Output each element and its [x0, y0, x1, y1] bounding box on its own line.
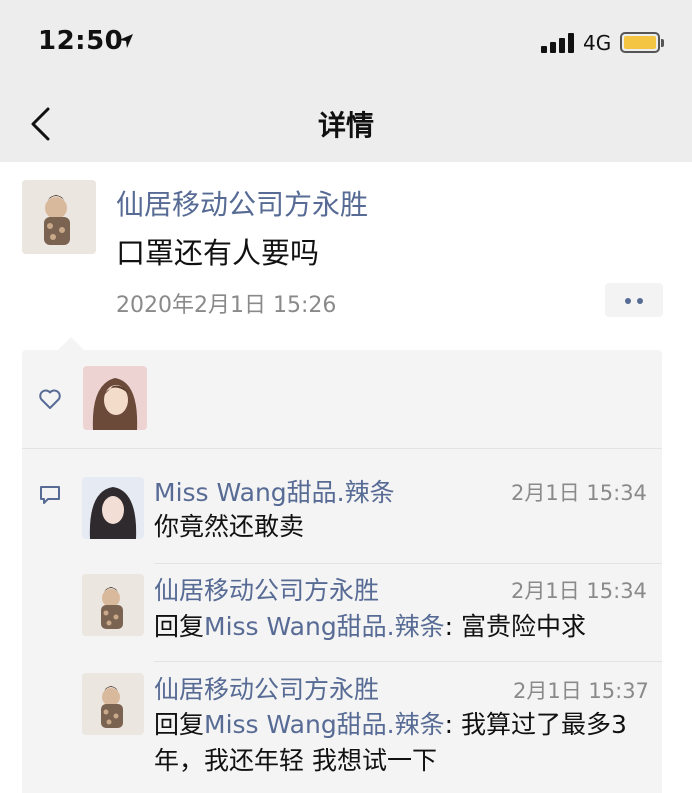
comment-time: 2月1日 15:37	[513, 679, 649, 703]
comment-icon	[40, 486, 60, 504]
comment-text: 回复Miss Wang甜品.辣条: 我算过了最多3年，我还年轻 我想试一下	[154, 710, 627, 775]
reply-to-name[interactable]: Miss Wang甜品.辣条	[204, 710, 445, 739]
signal-icon	[541, 33, 575, 53]
status-bar: 12:50 4G	[0, 0, 692, 88]
comment-text: 你竟然还敢卖	[154, 512, 305, 541]
liker-photo-image	[83, 366, 147, 430]
post-timestamp: 2020年2月1日 15:26	[116, 293, 337, 318]
reply-to-name[interactable]: Miss Wang甜品.辣条	[204, 612, 445, 641]
comment-time: 2月1日 15:34	[511, 579, 647, 603]
post-author-name[interactable]: 仙居移动公司方永胜	[116, 183, 368, 223]
comment-separator	[154, 563, 662, 564]
panel-divider	[22, 448, 662, 449]
commenter-name[interactable]: 仙居移动公司方永胜	[154, 571, 379, 607]
page-title: 详情	[317, 109, 374, 142]
child-avatar-image	[82, 673, 144, 735]
child-avatar-image	[22, 180, 96, 254]
comment-avatar[interactable]	[82, 574, 144, 636]
comment-avatar[interactable]	[82, 673, 144, 735]
nav-bar: 详情	[0, 88, 692, 162]
battery-icon	[620, 32, 664, 53]
comment-text: 回复Miss Wang甜品.辣条: 富贵险中求	[154, 612, 587, 641]
commenter-name[interactable]: 仙居移动公司方永胜	[154, 670, 379, 706]
child-avatar-image	[82, 574, 144, 636]
panel-caret	[58, 337, 84, 350]
comment-time: 2月1日 15:34	[511, 481, 647, 505]
liker-avatar[interactable]	[83, 366, 147, 430]
location-arrow-icon	[119, 34, 133, 48]
commenter-photo-image	[82, 477, 144, 539]
more-actions-button[interactable]	[605, 283, 663, 317]
comment-avatar[interactable]	[82, 477, 144, 539]
commenter-name[interactable]: Miss Wang甜品.辣条	[154, 473, 395, 509]
network-label: 4G	[583, 31, 612, 55]
status-time: 12:50	[38, 26, 124, 56]
heart-icon	[39, 389, 61, 409]
comment-separator	[154, 661, 662, 662]
post-content: 口罩还有人要吗	[116, 236, 320, 270]
post-author-avatar[interactable]	[22, 180, 96, 254]
